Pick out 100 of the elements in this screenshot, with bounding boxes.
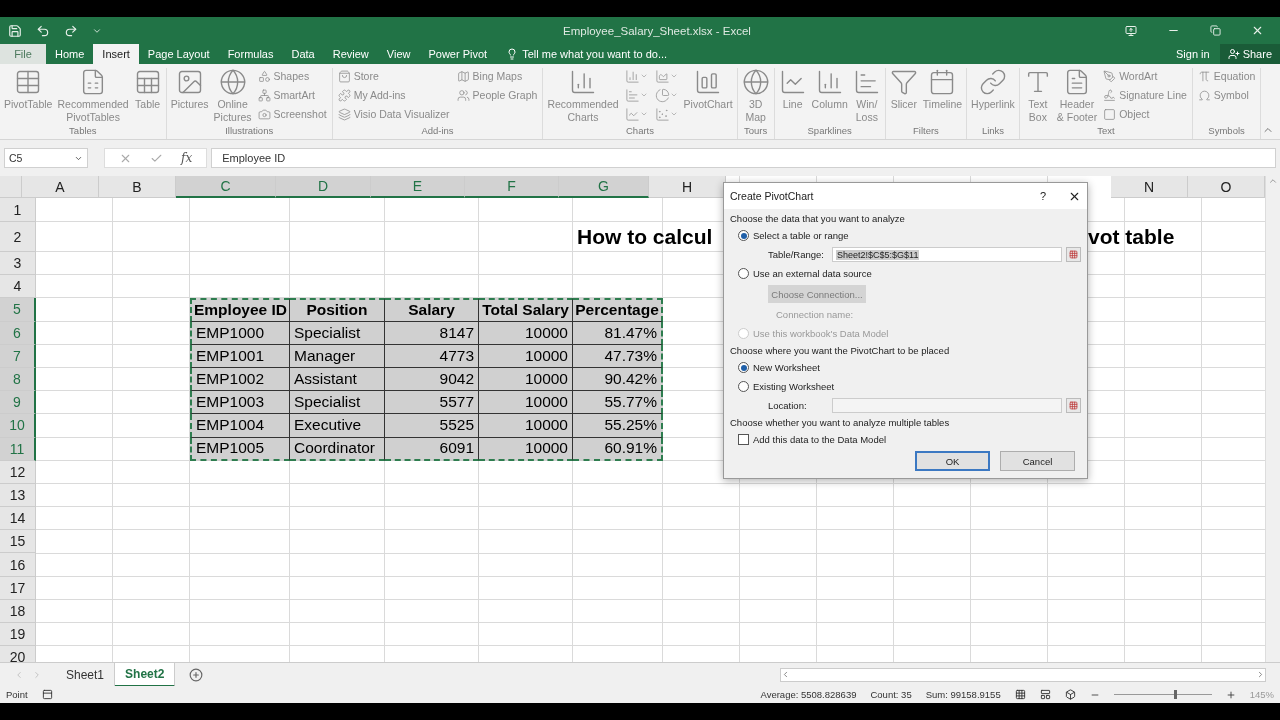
- column-header[interactable]: O: [1188, 176, 1265, 198]
- ribbon-button[interactable]: SmartArt: [257, 87, 327, 103]
- ribbon-tab[interactable]: File: [0, 44, 46, 64]
- ribbon-button[interactable]: Text Box: [1021, 68, 1054, 125]
- page-break-icon[interactable]: [1064, 689, 1076, 700]
- ribbon-button[interactable]: Store: [337, 68, 450, 84]
- ribbon-tab[interactable]: Home: [46, 44, 94, 64]
- row-header[interactable]: 16: [0, 553, 36, 577]
- ribbon-button[interactable]: PivotTable: [2, 68, 55, 125]
- ribbon-tab[interactable]: Formulas: [218, 44, 283, 64]
- ribbon-button[interactable]: Signature Line: [1103, 87, 1187, 103]
- chart-type-button[interactable]: [624, 68, 648, 84]
- ribbon-button[interactable]: PivotChart: [681, 68, 735, 125]
- radio-button[interactable]: [738, 230, 749, 241]
- row-header[interactable]: 1: [0, 198, 36, 222]
- ribbon-button[interactable]: Column: [809, 68, 850, 125]
- radio-button[interactable]: [738, 381, 749, 392]
- zoom-thumb[interactable]: [1174, 690, 1178, 699]
- column-header[interactable]: D: [276, 176, 371, 198]
- choose-connection-button[interactable]: Choose Connection...: [768, 285, 866, 303]
- ribbon-button[interactable]: People Graph: [456, 87, 538, 103]
- ribbon-button[interactable]: Bing Maps: [456, 68, 538, 84]
- scroll-left-icon[interactable]: [781, 670, 790, 679]
- column-header[interactable]: H: [649, 176, 726, 198]
- undo-icon[interactable]: [36, 23, 50, 38]
- share-button[interactable]: Share: [1219, 44, 1280, 64]
- row-header[interactable]: 8: [0, 367, 36, 392]
- row-header[interactable]: 12: [0, 460, 36, 484]
- ribbon-button[interactable]: 3D Map: [739, 68, 772, 125]
- ribbon-tab[interactable]: Power Pivot: [419, 44, 497, 64]
- ribbon-tab[interactable]: Insert: [93, 44, 139, 64]
- row-header[interactable]: 6: [0, 321, 36, 345]
- chart-type-button[interactable]: [654, 87, 678, 103]
- row-header[interactable]: 11: [0, 437, 36, 461]
- ribbon-button[interactable]: Hyperlink: [969, 68, 1017, 125]
- ribbon-button[interactable]: Table: [131, 68, 164, 125]
- row-header[interactable]: 14: [0, 507, 36, 531]
- scroll-right-icon[interactable]: [1256, 670, 1265, 679]
- checkbox[interactable]: [738, 434, 749, 445]
- ribbon-options-icon[interactable]: [1125, 24, 1137, 37]
- column-header[interactable]: G: [559, 176, 649, 198]
- ribbon-tab[interactable]: Data: [282, 44, 324, 64]
- ribbon-button[interactable]: Symbol: [1197, 87, 1256, 103]
- ribbon-button[interactable]: Pictures: [168, 68, 211, 125]
- row-header[interactable]: 10: [0, 414, 36, 438]
- row-header[interactable]: 4: [0, 275, 36, 299]
- row-header[interactable]: 13: [0, 483, 36, 508]
- radio-button[interactable]: [738, 362, 749, 373]
- row-header[interactable]: 5: [0, 298, 36, 322]
- scroll-up-icon[interactable]: [1268, 176, 1278, 186]
- save-icon[interactable]: [8, 23, 22, 38]
- horizontal-scrollbar[interactable]: [780, 667, 1266, 682]
- range-picker-button[interactable]: [1066, 247, 1081, 262]
- row-header[interactable]: 17: [0, 576, 36, 600]
- row-header[interactable]: 20: [0, 646, 36, 662]
- ribbon-button[interactable]: Recommended Charts: [545, 68, 621, 125]
- zoom-in-icon[interactable]: [1225, 689, 1236, 700]
- ribbon-button[interactable]: Win/ Loss: [850, 68, 883, 125]
- redo-icon[interactable]: [64, 23, 78, 38]
- vertical-scrollbar[interactable]: [1265, 176, 1280, 662]
- cancel-button[interactable]: Cancel: [1000, 451, 1075, 471]
- ribbon-button[interactable]: Header & Footer: [1054, 68, 1100, 125]
- tell-me-field[interactable]: Tell me what you want to do...: [522, 48, 668, 60]
- sheet-tab[interactable]: Sheet2: [115, 662, 176, 687]
- row-header[interactable]: 3: [0, 252, 36, 276]
- zoom-level[interactable]: 145%: [1249, 689, 1274, 700]
- sign-in-link[interactable]: Sign in: [1166, 48, 1220, 60]
- restore-icon[interactable]: [1210, 25, 1221, 36]
- row-header[interactable]: 9: [0, 391, 36, 415]
- chart-type-button[interactable]: [654, 106, 678, 122]
- ribbon-button[interactable]: Line: [776, 68, 809, 125]
- normal-view-icon[interactable]: [1014, 689, 1026, 700]
- ribbon-button[interactable]: Screenshot: [257, 106, 327, 122]
- ribbon-button[interactable]: Object: [1103, 106, 1187, 122]
- column-header[interactable]: F: [465, 176, 559, 198]
- column-header[interactable]: A: [22, 176, 99, 198]
- page-layout-icon[interactable]: [1039, 689, 1051, 700]
- range-picker-button[interactable]: [1066, 398, 1081, 413]
- column-header[interactable]: B: [99, 176, 176, 198]
- location-field[interactable]: [832, 398, 1062, 413]
- column-header[interactable]: N: [1111, 176, 1188, 198]
- ribbon-button[interactable]: Visio Data Visualizer: [337, 106, 450, 122]
- row-header[interactable]: 18: [0, 599, 36, 623]
- ribbon-button[interactable]: WordArt: [1103, 68, 1187, 84]
- ribbon-button[interactable]: Timeline: [920, 68, 965, 125]
- row-header[interactable]: 15: [0, 530, 36, 554]
- radio-button[interactable]: [738, 268, 749, 279]
- chart-type-button[interactable]: [624, 87, 648, 103]
- ribbon-button[interactable]: Shapes: [257, 68, 327, 84]
- ribbon-button[interactable]: Slicer: [887, 68, 920, 125]
- insert-function-button[interactable]: fx: [181, 151, 193, 165]
- formula-field[interactable]: Employee ID: [211, 148, 1276, 168]
- row-header[interactable]: 7: [0, 344, 36, 368]
- column-header[interactable]: C: [176, 176, 276, 198]
- chart-type-button[interactable]: [624, 106, 648, 122]
- row-header[interactable]: 19: [0, 623, 36, 647]
- range-field[interactable]: Sheet2!$C$5:$G$11: [832, 247, 1062, 262]
- ok-button[interactable]: OK: [915, 451, 990, 471]
- ribbon-tab[interactable]: Page Layout: [138, 44, 219, 64]
- ribbon-button[interactable]: My Add-ins: [337, 87, 450, 103]
